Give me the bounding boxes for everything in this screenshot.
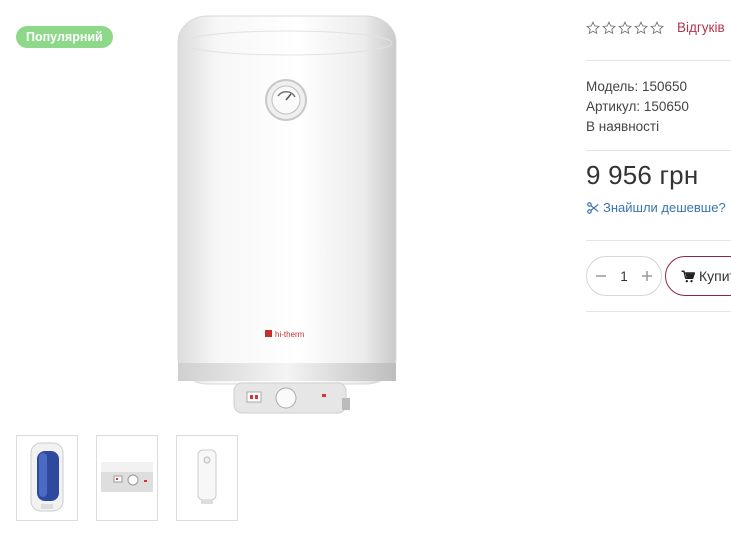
cart-icon <box>681 270 695 282</box>
rating-row: Відгуків <box>586 20 725 35</box>
buy-button[interactable]: Купити <box>665 256 731 296</box>
thumbnail-control-panel[interactable] <box>96 435 158 521</box>
divider <box>586 60 731 61</box>
product-meta: Модель: 150650 Артикул: 150650 В наявнос… <box>586 77 689 137</box>
star-icon <box>650 20 664 34</box>
found-cheaper-label: Знайшли дешевше? <box>603 200 726 215</box>
buy-button-label: Купити <box>699 268 731 284</box>
minus-icon <box>596 275 606 277</box>
divider <box>586 311 731 312</box>
star-icon <box>634 20 648 34</box>
article-text: Артикул: 150650 <box>586 99 689 114</box>
quantity-input[interactable]: 1 <box>614 269 634 284</box>
product-info: Відгуків Модель: 150650 Артикул: 150650 … <box>586 0 731 534</box>
model-text: Модель: 150650 <box>586 79 688 94</box>
scissors-icon <box>587 201 599 214</box>
quantity-stepper: 1 <box>586 256 662 296</box>
popular-badge: Популярний <box>16 26 113 48</box>
availability-text: В наявності <box>586 119 660 134</box>
plus-icon <box>642 271 652 281</box>
quantity-increase-button[interactable] <box>639 268 655 284</box>
thumbnail-heater-small[interactable] <box>176 435 238 521</box>
product-main-image[interactable]: hi-therm <box>150 8 410 428</box>
found-cheaper-link[interactable]: Знайшли дешевше? <box>586 200 726 215</box>
rating-stars[interactable] <box>586 20 664 35</box>
reviews-link[interactable]: Відгуків <box>677 20 725 35</box>
product-gallery: Популярний hi-therm <box>0 0 575 534</box>
star-icon <box>602 20 616 34</box>
star-icon <box>586 20 600 34</box>
thumbnail-strip <box>16 435 238 521</box>
divider <box>586 150 731 151</box>
svg-text:hi-therm: hi-therm <box>275 330 305 339</box>
star-icon <box>618 20 632 34</box>
quantity-decrease-button[interactable] <box>593 268 609 284</box>
divider <box>586 240 731 241</box>
thumbnail-blue-cutaway[interactable] <box>16 435 78 521</box>
product-price: 9 956 грн <box>586 160 699 190</box>
